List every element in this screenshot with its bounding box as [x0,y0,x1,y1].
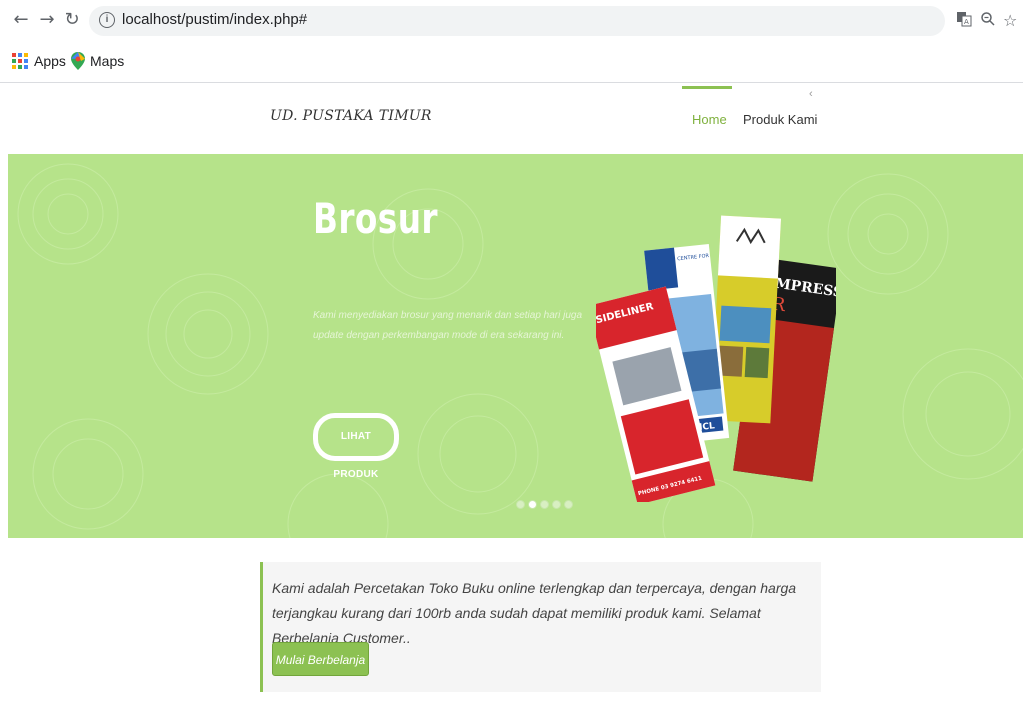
maps-pin-icon[interactable] [70,52,86,70]
slider-dot-3[interactable] [540,500,549,509]
slider-dot-2[interactable] [528,500,537,509]
hero-background-pattern [17,163,1023,538]
slider-dot-4[interactable] [552,500,561,509]
info-icon[interactable]: i [99,12,115,28]
apps-grid-icon[interactable] [12,53,28,69]
slider-dot-1[interactable] [516,500,525,509]
nav-active-indicator [682,86,732,89]
nav-home[interactable]: Home [692,112,727,127]
site-header [0,86,1023,150]
bookmark-star-icon[interactable]: ☆ [1003,11,1017,31]
mulai-berbelanja-button[interactable]: Mulai Berbelanja » [272,642,369,701]
reload-icon[interactable]: ↻ [63,9,81,31]
bookmark-maps[interactable]: Maps [90,53,124,69]
forward-arrow-icon[interactable]: → [38,9,56,31]
hero-title: Brosur [313,194,438,243]
lihat-produk-button[interactable]: LIHAT PRODUK [313,413,399,480]
brochures-image: EMPRESS R CENTRE FOR CMCL SIDELINER [596,215,836,502]
nav-produk-kami[interactable]: Produk Kami [743,112,817,127]
hero-description: Kami menyediakan brosur yang menarik dan… [313,310,583,341]
translate-icon[interactable]: A [956,11,972,32]
brand-name[interactable]: UD. PUSTAKA TIMUR [270,108,432,124]
slider-dots [516,500,573,510]
svg-text:A: A [964,18,969,26]
hero-slider: Brosur Kami menyediakan brosur yang mena… [8,154,1023,538]
url-text[interactable]: localhost/pustim/index.php# [122,11,307,28]
bookmark-apps[interactable]: Apps [34,53,66,69]
chevron-left-icon[interactable]: ‹ [809,88,813,100]
slider-dot-5[interactable] [564,500,573,509]
promo-text: Kami adalah Percetakan Toko Buku online … [272,580,797,646]
bookmarks-bar [0,42,1023,83]
back-arrow-icon[interactable]: ← [12,9,30,31]
zoom-icon[interactable] [980,11,996,32]
